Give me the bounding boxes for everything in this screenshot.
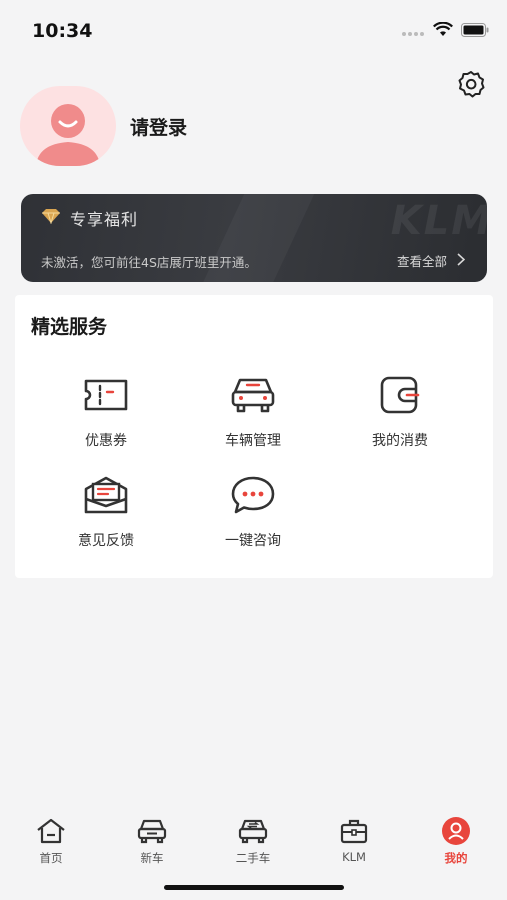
tab-label: 新车 [140, 851, 164, 865]
tab-profile[interactable]: 我的 [421, 816, 491, 866]
benefit-title-row: 专享福利 [41, 206, 138, 230]
wifi-icon [433, 21, 453, 41]
settings-button[interactable] [455, 70, 487, 102]
home-icon [36, 816, 66, 846]
service-my-spending[interactable]: 我的消费 [340, 370, 460, 450]
coupon-icon [81, 370, 131, 420]
benefit-description: 未激活，您可前往4S店展厅班里开通。 [41, 255, 257, 270]
login-label[interactable]: 请登录 [130, 113, 187, 140]
benefit-title: 专享福利 [70, 210, 139, 229]
tab-new-car[interactable]: 新车 [117, 816, 187, 866]
service-feedback[interactable]: 意见反馈 [46, 470, 166, 550]
tab-label: 我的 [444, 851, 468, 865]
service-label: 我的消费 [372, 433, 428, 449]
service-label: 一键咨询 [225, 533, 281, 549]
tab-used-car[interactable]: 二手车 [218, 816, 288, 866]
service-consultation[interactable]: 一键咨询 [193, 470, 313, 550]
profile-icon [441, 816, 471, 846]
tab-klm[interactable]: KLM [319, 816, 389, 864]
view-all-link[interactable]: 查看全部 [396, 251, 466, 270]
status-bar: 10:34 [0, 0, 507, 60]
tab-label: 首页 [39, 851, 63, 865]
service-label: 优惠券 [85, 433, 127, 449]
used-car-icon [238, 816, 268, 846]
briefcase-icon [339, 816, 369, 846]
tab-label: 二手车 [235, 851, 271, 865]
service-label: 意见反馈 [78, 533, 134, 549]
brand-watermark: KLM [390, 198, 487, 244]
profile-header[interactable]: 请登录 [20, 86, 187, 166]
tab-home[interactable]: 首页 [16, 816, 86, 866]
home-indicator [164, 885, 344, 890]
service-coupon[interactable]: 优惠券 [46, 370, 166, 450]
car-icon [228, 370, 278, 420]
new-car-icon [137, 816, 167, 846]
view-all-label: 查看全部 [396, 254, 447, 269]
services-title: 精选服务 [31, 316, 108, 338]
wallet-icon [375, 370, 425, 420]
status-icons [401, 21, 489, 41]
feedback-mail-icon [81, 470, 131, 520]
signal-dots-icon [401, 22, 425, 41]
exclusive-benefits-card[interactable]: KLM 专享福利 未激活，您可前往4S店展厅班里开通。 查看全部 [21, 194, 487, 282]
status-time: 10:34 [32, 20, 93, 42]
tab-label: KLM [342, 850, 366, 864]
battery-icon [461, 22, 489, 41]
diamond-icon [41, 208, 61, 228]
avatar[interactable] [20, 86, 116, 166]
chat-icon [228, 470, 278, 520]
chevron-right-icon [457, 252, 466, 269]
gear-icon [456, 69, 486, 103]
service-label: 车辆管理 [225, 433, 281, 449]
service-vehicle-management[interactable]: 车辆管理 [193, 370, 313, 450]
featured-services-card: 精选服务 优惠券 车辆管理 我的消费 意见反馈 一键咨询 [15, 295, 493, 578]
